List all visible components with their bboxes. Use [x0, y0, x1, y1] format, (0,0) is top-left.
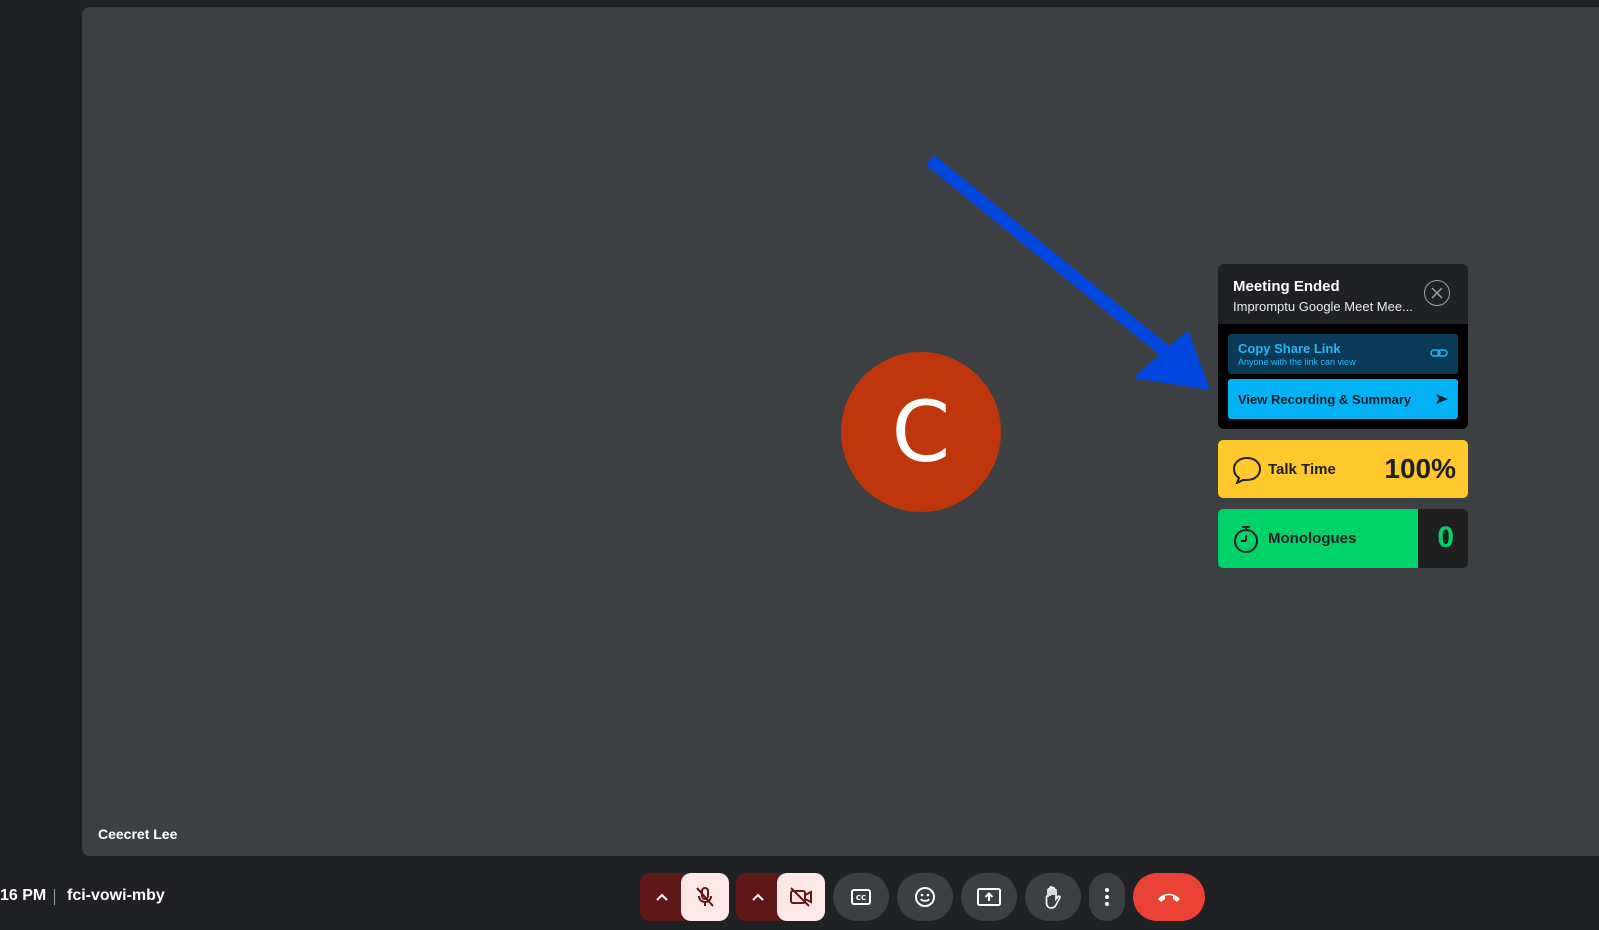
raise-hand-button[interactable]: [1025, 873, 1081, 921]
video-options-button[interactable]: [736, 873, 780, 921]
present-button[interactable]: [961, 873, 1017, 921]
talk-time-card: Talk Time 100%: [1218, 440, 1468, 498]
camera-off-icon: [790, 887, 812, 907]
audio-options-button[interactable]: [640, 873, 684, 921]
mic-off-icon: [696, 887, 714, 907]
chevron-up-icon: [752, 893, 764, 901]
monologues-label: Monologues: [1268, 530, 1357, 547]
captions-button[interactable]: CC: [833, 873, 889, 921]
reactions-button[interactable]: [897, 873, 953, 921]
closed-captions-icon: CC: [851, 889, 871, 905]
hand-icon: [1045, 886, 1061, 909]
stopwatch-icon: [1234, 526, 1258, 553]
camera-toggle-button[interactable]: [777, 873, 825, 921]
meeting-title: Meeting Ended: [1233, 278, 1340, 295]
send-icon: [1436, 394, 1448, 404]
close-icon: [1431, 287, 1443, 299]
speech-bubble-icon: [1232, 456, 1262, 484]
more-vert-icon: [1105, 888, 1109, 906]
mic-toggle-button[interactable]: [681, 873, 729, 921]
chevron-up-icon: [656, 893, 668, 901]
view-recording-summary-button[interactable]: View Recording & Summary: [1228, 379, 1458, 419]
camera-control-group: [736, 873, 825, 921]
present-screen-icon: [977, 888, 1001, 906]
close-button[interactable]: [1424, 280, 1450, 306]
view-recording-summary-label: View Recording & Summary: [1238, 392, 1412, 407]
talk-time-value: 100%: [1384, 453, 1456, 484]
emoji-icon: [915, 887, 935, 907]
svg-text:CC: CC: [856, 894, 866, 902]
more-options-button[interactable]: [1089, 873, 1125, 921]
meeting-subtitle: Impromptu Google Meet Mee...: [1233, 299, 1413, 314]
monologues-value: 0: [1437, 521, 1454, 554]
meeting-card-header: Meeting Ended Impromptu Google Meet Mee.…: [1218, 264, 1468, 324]
monologues-card: Monologues 0: [1218, 509, 1468, 568]
meeting-code: fci-vowi-mby: [67, 887, 165, 904]
link-icon: [1430, 349, 1448, 357]
meeting-ended-card: Meeting Ended Impromptu Google Meet Mee.…: [1218, 264, 1468, 429]
info-divider: [54, 889, 55, 905]
leave-call-button[interactable]: [1133, 873, 1205, 921]
copy-share-link-sublabel: Anyone with the link can view: [1238, 357, 1356, 367]
annotation-arrow: [925, 154, 1210, 390]
video-stage: C Ceecret Lee: [82, 7, 1599, 856]
hang-up-icon: [1158, 893, 1180, 902]
copy-share-link-label: Copy Share Link: [1238, 341, 1341, 356]
participant-name: Ceecret Lee: [98, 826, 178, 842]
talk-time-label: Talk Time: [1268, 461, 1336, 478]
meeting-time: 16 PM: [0, 887, 47, 904]
mic-control-group: [640, 873, 729, 921]
copy-share-link-button[interactable]: Copy Share Link Anyone with the link can…: [1228, 334, 1458, 374]
